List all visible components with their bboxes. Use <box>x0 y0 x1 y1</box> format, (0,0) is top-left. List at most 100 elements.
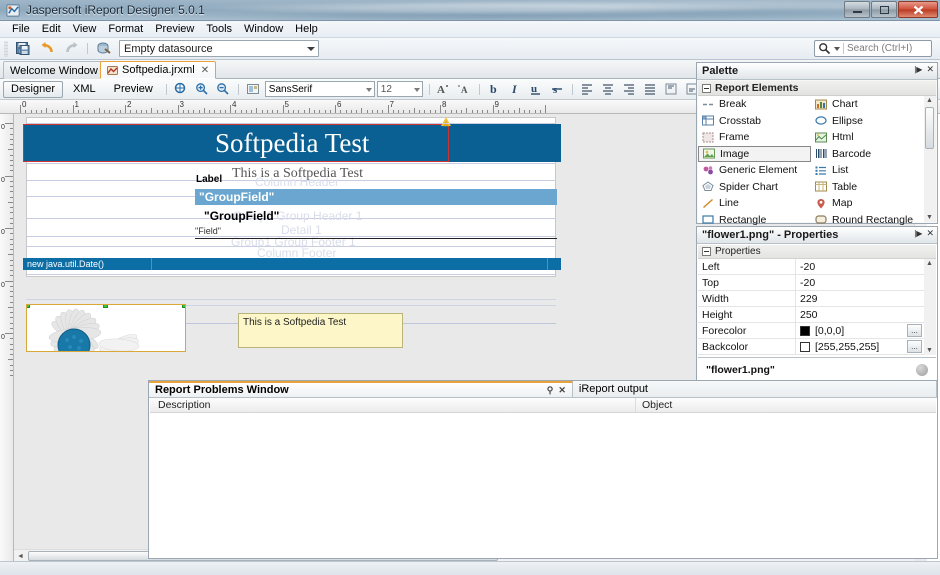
problems-list-body[interactable] <box>150 413 936 557</box>
scroll-down-arrow-icon[interactable]: ▼ <box>926 347 933 354</box>
tab-report-problems-window[interactable]: Report Problems Window ⚲ ✕ <box>149 381 573 398</box>
property-row[interactable]: Top -20 <box>698 275 924 291</box>
underline-icon[interactable]: u <box>527 80 546 98</box>
color-picker-button[interactable]: ... <box>907 324 922 337</box>
label-element[interactable]: Label <box>196 174 222 185</box>
menu-preview[interactable]: Preview <box>149 22 200 36</box>
properties-rows[interactable]: Left -20 Top -20 Width 229 Height 250 Forecolor[… <box>698 259 924 355</box>
mode-xml[interactable]: XML <box>65 81 104 98</box>
print-preview-icon[interactable] <box>172 80 191 98</box>
scroll-up-arrow-icon[interactable]: ▲ <box>926 260 933 267</box>
palette-item-crosstab[interactable]: Crosstab <box>698 113 811 130</box>
strikethrough-icon[interactable]: s <box>548 80 567 98</box>
zoom-fit-icon[interactable] <box>244 80 263 98</box>
color-picker-button[interactable]: ... <box>907 340 922 353</box>
scroll-left-arrow-icon[interactable]: ◄ <box>17 553 24 560</box>
resize-handle-top-center[interactable] <box>103 305 108 308</box>
palette-item-chart[interactable]: Chart <box>811 96 924 113</box>
close-icon[interactable]: ✕ <box>926 65 934 74</box>
property-row[interactable]: Height 250 <box>698 307 924 323</box>
minus-box-icon[interactable] <box>702 247 711 256</box>
color-swatch[interactable] <box>800 341 810 352</box>
mode-designer[interactable]: Designer <box>3 80 64 98</box>
bold-icon[interactable]: b <box>485 80 504 98</box>
palette-item-map[interactable]: Map <box>811 195 924 212</box>
minimize-button[interactable] <box>844 1 870 18</box>
toolbar-grip[interactable] <box>4 40 8 57</box>
undo-icon[interactable] <box>35 39 59 59</box>
tab-softpedia-jrxml[interactable]: Softpedia.jrxml ✕ <box>100 61 217 79</box>
zoom-out-icon[interactable] <box>214 80 233 98</box>
property-value[interactable]: [255,255,255]... <box>796 340 924 353</box>
column-header-description[interactable]: Description <box>150 399 635 411</box>
note-textbox[interactable]: This is a Softpedia Test <box>238 313 403 348</box>
menu-window[interactable]: Window <box>238 22 289 36</box>
redo-icon[interactable] <box>59 39 83 59</box>
close-icon[interactable]: ✕ <box>926 229 934 238</box>
mode-preview[interactable]: Preview <box>106 81 161 98</box>
valign-top-icon[interactable] <box>662 80 681 98</box>
close-button[interactable] <box>898 1 938 18</box>
report-title-text[interactable]: Softpedia Test <box>215 130 369 157</box>
search-box[interactable]: Search (Ctrl+I) <box>814 40 932 57</box>
palette-item-ellipse[interactable]: Ellipse <box>811 113 924 130</box>
palette-item-image[interactable]: Image <box>698 145 811 162</box>
property-row[interactable]: Width 229 <box>698 291 924 307</box>
property-value[interactable]: 229 <box>796 293 924 305</box>
palette-scrollbar[interactable]: ▲ ▼ <box>924 96 936 222</box>
group-field-2-text[interactable]: "GroupField" <box>204 209 279 223</box>
decrease-font-icon[interactable]: A <box>455 80 474 98</box>
datasource-icon[interactable] <box>92 39 116 59</box>
menu-format[interactable]: Format <box>102 22 149 36</box>
scrollbar-thumb[interactable] <box>925 107 934 149</box>
italic-icon[interactable]: I <box>506 80 525 98</box>
palette-item-generic-element[interactable]: Generic Element <box>698 162 811 179</box>
palette-item-list[interactable]: List <box>811 162 924 179</box>
palette-item-table[interactable]: Table <box>811 179 924 196</box>
align-left-icon[interactable] <box>578 80 597 98</box>
menu-file[interactable]: File <box>6 22 36 36</box>
palette-item-break[interactable]: Break <box>698 96 811 113</box>
column-header-object[interactable]: Object <box>635 398 936 412</box>
property-value[interactable]: -20 <box>796 277 924 289</box>
menu-edit[interactable]: Edit <box>36 22 67 36</box>
save-all-icon[interactable] <box>11 39 35 59</box>
dock-icon[interactable]: |▶ <box>914 65 922 74</box>
align-justify-icon[interactable] <box>641 80 660 98</box>
menu-view[interactable]: View <box>67 22 103 36</box>
help-orb-icon[interactable] <box>916 364 928 376</box>
report-page[interactable]: Softpedia Test This is a Softpedia Test <box>23 117 561 277</box>
increase-font-icon[interactable]: A <box>434 80 453 98</box>
resize-handle-top-right[interactable] <box>182 305 185 308</box>
scroll-up-arrow-icon[interactable]: ▲ <box>926 97 933 104</box>
font-family-combo[interactable]: SansSerif <box>264 81 375 97</box>
font-size-combo[interactable]: 12 <box>376 81 423 97</box>
properties-scrollbar[interactable]: ▲ ▼ <box>924 259 936 355</box>
property-row[interactable]: Left -20 <box>698 259 924 275</box>
align-right-icon[interactable] <box>620 80 639 98</box>
resize-handle-top-left[interactable] <box>27 305 30 308</box>
dock-icon[interactable]: |▶ <box>914 229 922 238</box>
menu-help[interactable]: Help <box>289 22 324 36</box>
field-element-text[interactable]: "Field" <box>195 226 221 236</box>
maximize-button[interactable] <box>871 1 897 18</box>
color-swatch[interactable] <box>800 325 810 336</box>
scroll-down-arrow-icon[interactable]: ▼ <box>926 214 933 221</box>
palette-item-html[interactable]: Html <box>811 129 924 146</box>
close-icon[interactable]: ✕ <box>558 385 566 396</box>
property-value[interactable]: [0,0,0]... <box>796 324 924 337</box>
property-row[interactable]: Backcolor [255,255,255]... <box>698 339 924 355</box>
group-field-1-text[interactable]: "GroupField" <box>199 190 274 204</box>
properties-section-header[interactable]: Properties <box>698 245 936 259</box>
pin-icon[interactable]: ⚲ <box>547 385 554 396</box>
menu-tools[interactable]: Tools <box>200 22 238 36</box>
property-row[interactable]: Forecolor [0,0,0]... <box>698 323 924 339</box>
palette-item-barcode[interactable]: Barcode <box>811 146 924 163</box>
datasource-combo[interactable]: Empty datasource <box>119 40 319 57</box>
property-value[interactable]: -20 <box>796 261 924 273</box>
date-expression-text[interactable]: new java.util.Date() <box>25 259 104 269</box>
palette-section-report-elements[interactable]: Report Elements <box>698 81 936 96</box>
palette-item-line[interactable]: Line <box>698 195 811 212</box>
align-center-icon[interactable] <box>599 80 618 98</box>
close-icon[interactable]: ✕ <box>201 65 209 76</box>
